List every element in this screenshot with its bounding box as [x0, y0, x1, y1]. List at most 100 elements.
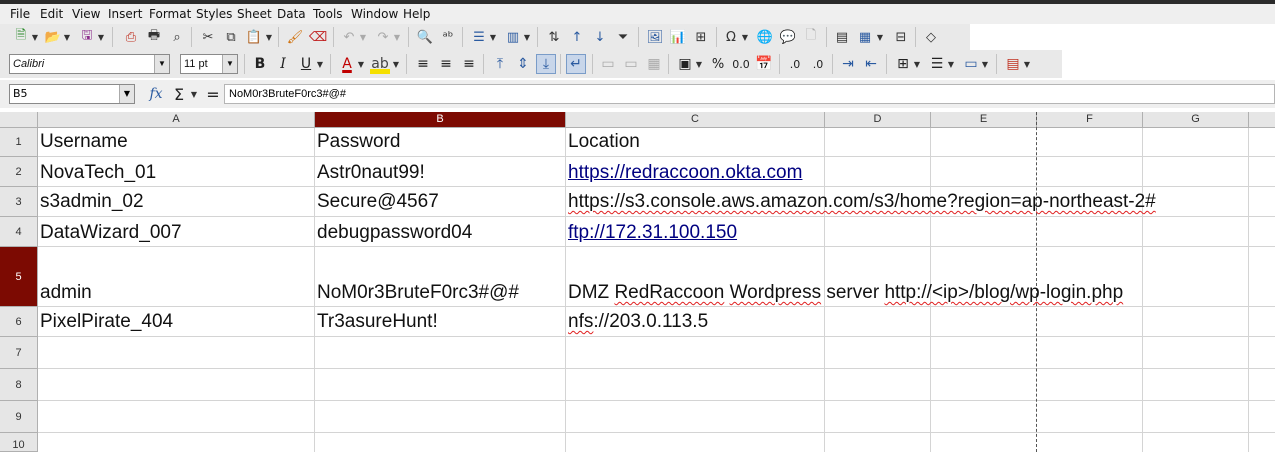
cell-c1[interactable]: Location — [568, 131, 640, 153]
cell-c3[interactable]: https://s3.console.aws.amazon.com/s3/hom… — [568, 191, 1156, 213]
cell-a3[interactable]: s3admin_02 — [40, 191, 144, 213]
merge-center-icon[interactable]: ▭ — [598, 54, 618, 74]
font-color-icon[interactable]: A — [337, 54, 357, 74]
currency-icon[interactable]: ▣ — [675, 54, 695, 74]
special-character-icon[interactable]: Ω — [722, 28, 740, 46]
row-header-8[interactable]: 8 — [0, 369, 38, 401]
sum-icon[interactable]: Σ — [169, 84, 189, 104]
chevron-down-icon[interactable]: ▼ — [913, 55, 921, 73]
row-header-9[interactable]: 9 — [0, 401, 38, 433]
chevron-down-icon[interactable]: ▼ — [876, 28, 884, 46]
align-bottom-icon[interactable]: ⤓ — [536, 54, 556, 74]
decrease-indent-icon[interactable]: ⇤ — [861, 54, 881, 74]
cell-a4[interactable]: DataWizard_007 — [40, 222, 182, 244]
border-style-icon[interactable]: ☰ — [927, 54, 947, 74]
chevron-down-icon[interactable]: ▼ — [31, 28, 39, 46]
autofilter-icon[interactable]: ⏷ — [614, 28, 632, 46]
chevron-down-icon[interactable]: ▼ — [947, 55, 955, 73]
align-top-icon[interactable]: ⤒ — [490, 54, 510, 74]
column-header-d[interactable]: D — [825, 112, 931, 128]
comment-icon[interactable]: 💬 — [779, 28, 797, 46]
print-icon[interactable]: 🖶 — [145, 28, 163, 46]
border-color-icon[interactable]: ▭ — [961, 54, 981, 74]
name-box[interactable]: B5 ▼ — [9, 84, 135, 104]
chevron-down-icon[interactable]: ▼ — [222, 55, 237, 73]
chevron-down-icon[interactable]: ▼ — [981, 55, 989, 73]
menu-insert[interactable]: Insert — [108, 7, 142, 21]
formula-input[interactable]: NoM0r3BruteF0rc3#@# — [224, 84, 1275, 104]
column-header-b[interactable]: B — [315, 112, 566, 128]
chevron-down-icon[interactable]: ▼ — [741, 28, 749, 46]
delete-decimal-icon[interactable]: .0 — [808, 54, 828, 74]
chevron-down-icon[interactable]: ▼ — [393, 28, 401, 46]
column-header-a[interactable]: A — [38, 112, 315, 128]
function-wizard-icon[interactable]: fx — [146, 84, 166, 104]
undo-icon[interactable]: ↶ — [340, 28, 358, 46]
cell-b2[interactable]: Astr0naut99! — [317, 162, 425, 184]
show-draw-functions-icon[interactable]: ◇ — [922, 28, 940, 46]
cell-b5-active[interactable]: NoM0r3BruteF0rc3#@# — [317, 282, 519, 304]
column-icon[interactable]: ▥ — [504, 28, 522, 46]
row-header-1[interactable]: 1 — [0, 128, 38, 157]
row-header-7[interactable]: 7 — [0, 337, 38, 369]
chevron-down-icon[interactable]: ▼ — [316, 55, 324, 73]
unmerge-cells-icon[interactable]: ▦ — [644, 54, 664, 74]
column-header-g[interactable]: G — [1143, 112, 1249, 128]
chevron-down-icon[interactable]: ▼ — [523, 28, 531, 46]
row-header-3[interactable]: 3 — [0, 187, 38, 217]
align-right-icon[interactable]: ≡ — [459, 54, 479, 74]
bold-button[interactable]: B — [250, 54, 270, 74]
row-header-5[interactable]: 5 — [0, 247, 38, 307]
conditional-format-icon[interactable]: ▤ — [1003, 54, 1023, 74]
define-print-area-icon[interactable]: ▤ — [833, 28, 851, 46]
chevron-down-icon[interactable]: ▼ — [154, 55, 169, 73]
underline-button[interactable]: U — [296, 54, 316, 74]
sort-descending-icon[interactable]: ↓ — [591, 28, 609, 46]
menu-sheet[interactable]: Sheet — [237, 7, 272, 21]
find-replace-icon[interactable]: 🔍 — [416, 28, 434, 46]
chevron-down-icon[interactable]: ▼ — [97, 28, 105, 46]
select-all-corner[interactable] — [0, 112, 38, 128]
increase-indent-icon[interactable]: ⇥ — [838, 54, 858, 74]
menu-edit[interactable]: Edit — [40, 7, 63, 21]
merge-cells-icon[interactable]: ▭ — [621, 54, 641, 74]
number-format-button[interactable]: 0.0 — [731, 54, 751, 74]
chevron-down-icon[interactable]: ▼ — [1023, 55, 1031, 73]
add-decimal-icon[interactable]: .0 — [785, 54, 805, 74]
chevron-down-icon[interactable]: ▼ — [695, 55, 703, 73]
menu-format[interactable]: Format — [149, 7, 191, 21]
open-folder-icon[interactable]: 📂 — [44, 28, 62, 46]
cell-b1[interactable]: Password — [317, 131, 400, 153]
font-size-box[interactable]: 11 pt ▼ — [180, 54, 238, 74]
row-header-2[interactable]: 2 — [0, 157, 38, 187]
menu-window[interactable]: Window — [351, 7, 398, 21]
split-window-icon[interactable]: ⊟ — [892, 28, 910, 46]
export-pdf-icon[interactable]: ⎙ — [122, 28, 140, 46]
hyperlink-icon[interactable]: 🌐 — [756, 28, 774, 46]
new-document-icon[interactable]: 🗎 — [12, 28, 30, 46]
freeze-rows-columns-icon[interactable]: ▦ — [856, 28, 874, 46]
date-format-icon[interactable]: 📅 — [754, 54, 774, 74]
italic-button[interactable]: I — [273, 54, 293, 74]
chevron-down-icon[interactable]: ▼ — [392, 55, 400, 73]
print-preview-icon[interactable]: ⌕ — [168, 28, 186, 46]
font-name-box[interactable]: Calibri ▼ — [9, 54, 170, 74]
menu-data[interactable]: Data — [277, 7, 306, 21]
paste-icon[interactable]: 📋 — [245, 28, 263, 46]
header-footer-icon[interactable]: 🗋 — [802, 28, 820, 46]
cell-a1[interactable]: Username — [40, 131, 128, 153]
clear-formatting-icon[interactable]: ⌫ — [309, 28, 327, 46]
highlight-color-icon[interactable]: ab — [370, 54, 390, 74]
wrap-text-icon[interactable]: ↵ — [566, 54, 586, 74]
cell-a5[interactable]: admin — [40, 282, 92, 304]
menu-styles[interactable]: Styles — [196, 7, 232, 21]
menu-tools[interactable]: Tools — [313, 7, 343, 21]
redo-icon[interactable]: ↷ — [374, 28, 392, 46]
chevron-down-icon[interactable]: ▼ — [265, 28, 273, 46]
column-header-f[interactable]: F — [1037, 112, 1143, 128]
align-center-icon[interactable]: ≡ — [436, 54, 456, 74]
formula-equals-icon[interactable]: = — [203, 84, 223, 104]
menu-view[interactable]: View — [72, 7, 100, 21]
cell-b4[interactable]: debugpassword04 — [317, 222, 472, 244]
borders-icon[interactable]: ⊞ — [893, 54, 913, 74]
